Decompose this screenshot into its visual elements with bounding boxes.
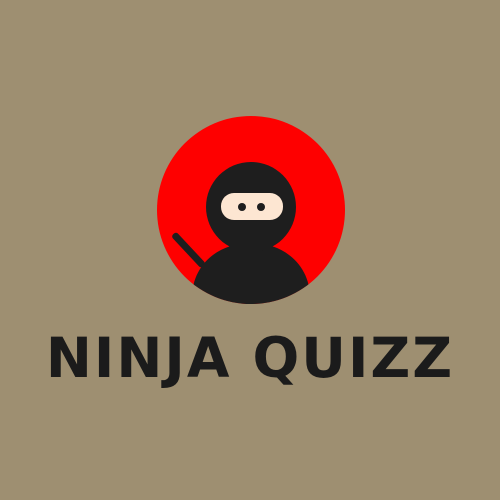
ninja-eye-right — [257, 203, 265, 211]
app-title: NINJA QUIZZ — [45, 326, 455, 390]
ninja-icon — [157, 116, 345, 304]
ninja-eye-left — [238, 203, 246, 211]
splash-screen: NINJA QUIZZ — [0, 0, 500, 500]
logo — [156, 115, 346, 305]
ninja-face — [221, 193, 283, 220]
